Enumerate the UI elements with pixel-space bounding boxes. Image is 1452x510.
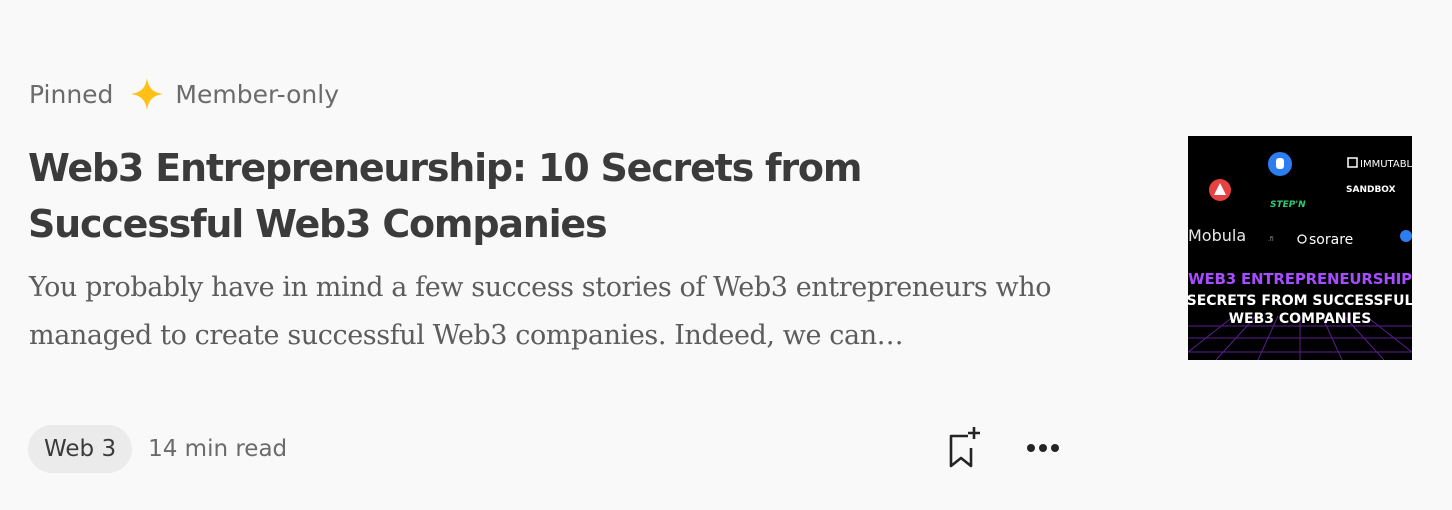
partial-logo-icon xyxy=(1400,230,1412,242)
read-time: 14 min read xyxy=(148,436,288,462)
save-button[interactable] xyxy=(944,426,984,472)
stepn-logo-text: STEP'N xyxy=(1270,200,1306,210)
member-only-label: Member-only xyxy=(175,79,340,109)
post-title[interactable]: Web3 Entrepreneurship: 10 Secrets from S… xyxy=(28,140,1088,252)
immutable-logo-text: IMMUTABL xyxy=(1360,159,1412,170)
post-meta: Pinned Member-only xyxy=(29,74,339,114)
thumbnail-headline-2: SECRETS FROM SUCCESSFUL xyxy=(1188,293,1412,309)
mobula-suffix-text: .fi xyxy=(1268,236,1274,243)
post-actions xyxy=(944,424,1063,474)
pinned-label: Pinned xyxy=(29,79,114,109)
post-thumbnail[interactable]: IMMUTABL SANDBOX STEP'N Mobula .fi sorar… xyxy=(1188,136,1412,360)
bookmark-add-icon xyxy=(944,424,984,475)
topic-tag-label: Web 3 xyxy=(44,436,117,462)
mobula-logo-text: Mobula xyxy=(1188,226,1246,245)
more-options-button[interactable] xyxy=(1023,426,1063,472)
sandbox-logo-text: SANDBOX xyxy=(1346,185,1396,195)
sorare-logo-text: sorare xyxy=(1309,232,1353,248)
post-footer: Web 3 14 min read xyxy=(28,425,287,473)
post-excerpt[interactable]: You probably have in mind a few success … xyxy=(29,264,1089,360)
topic-tag[interactable]: Web 3 xyxy=(28,425,133,473)
member-star-icon xyxy=(129,76,165,112)
post-card[interactable]: Pinned Member-only Web3 Entrepreneurship… xyxy=(0,0,1452,510)
thumbnail-headline-3: WEB3 COMPANIES xyxy=(1229,311,1372,327)
more-options-icon xyxy=(1026,440,1060,458)
thumbnail-headline-1: WEB3 ENTREPRENEURSHIP xyxy=(1188,270,1412,288)
